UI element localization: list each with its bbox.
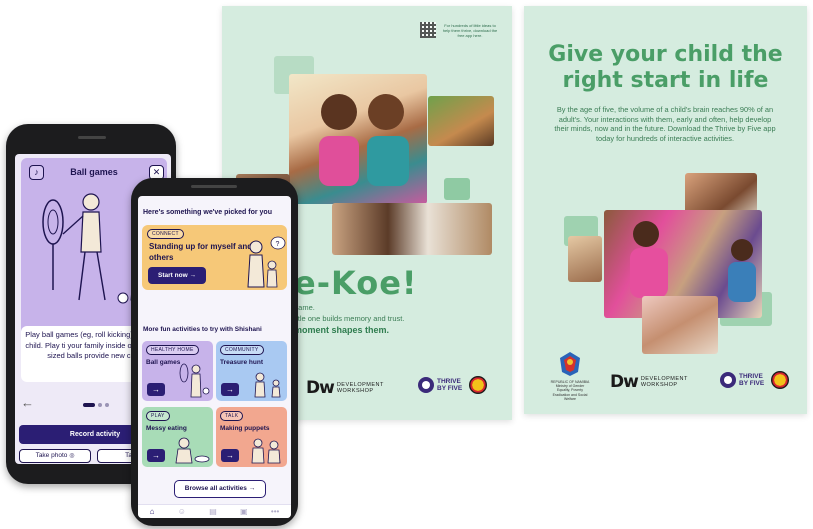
carousel-dots	[83, 403, 109, 407]
messy-eating-illustration	[175, 437, 210, 464]
tile-title: Ball games	[146, 359, 181, 366]
tbf-line-2: BY FIVE	[437, 385, 463, 392]
development-workshop-logo: Dw DEVELOPMENT WORKSHOP	[306, 378, 384, 398]
start-now-button[interactable]: Start now →	[148, 267, 206, 284]
carousel-dot-active	[83, 403, 95, 407]
connect-chip: CONNECT	[147, 229, 184, 239]
back-arrow-icon[interactable]: ←	[21, 395, 34, 410]
thrive-by-five-logo: THRIVE BY FIVE	[720, 371, 790, 389]
poster-right: Give your child the right start in life …	[524, 6, 807, 414]
phone-activity-list: Here's something we've picked for you CO…	[131, 178, 298, 526]
namibia-coat-of-arms-icon	[560, 352, 580, 376]
activity-tile-messy-eating[interactable]: PLAY Messy eating →	[142, 407, 213, 467]
browse-all-activities-button[interactable]: Browse all activities →	[174, 480, 266, 498]
arrow-right-icon[interactable]: →	[147, 383, 165, 396]
qr-code	[420, 22, 436, 38]
thrive-by-five-icon	[720, 372, 736, 388]
arrow-right-icon[interactable]: →	[147, 449, 165, 462]
arrow-right-icon[interactable]: →	[221, 449, 239, 462]
photo-children-playing	[289, 74, 427, 204]
tbf-line-1: THRIVE	[739, 373, 763, 380]
activity-tile-treasure-hunt[interactable]: COMMUNITY Treasure hunt →	[216, 341, 287, 401]
home-icon[interactable]: ⌂	[150, 507, 155, 516]
activity-title: Ball games	[70, 167, 118, 177]
photo-children-reading	[568, 236, 602, 282]
photo-mother-child	[332, 203, 492, 255]
dw-mark: Dw	[306, 378, 335, 398]
tile-chip: TALK	[220, 411, 244, 421]
tbf-line-2: BY FIVE	[739, 380, 765, 387]
poster-title-line-2: right start in life	[562, 68, 769, 93]
take-photo-label: Take photo	[35, 452, 68, 459]
tile-title: Making puppets	[220, 425, 270, 432]
dw-mark: Dw	[610, 372, 639, 392]
tile-title: Treasure hunt	[220, 359, 263, 366]
browse-label: Browse all activities	[184, 485, 247, 492]
smiley-icon[interactable]: ☺	[178, 507, 186, 516]
poster-title: Give your child the right start in life	[524, 42, 807, 94]
poster-title-line-1: Give your child the	[548, 42, 783, 67]
home-screen: Here's something we've picked for you CO…	[138, 196, 291, 518]
partner-seal-icon	[469, 376, 488, 394]
children-illustration	[319, 94, 409, 186]
tile-title: Messy eating	[146, 425, 187, 432]
treasure-hunt-illustration	[254, 372, 281, 398]
poster-body: By the age of five, the volume of a chil…	[554, 105, 776, 143]
dw-line-2: WORKSHOP	[336, 388, 374, 394]
photo-toddler	[642, 296, 718, 354]
activity-tile-making-puppets[interactable]: TALK Making puppets →	[216, 407, 287, 467]
arrow-right-icon: →	[248, 485, 256, 492]
more-icon[interactable]: •••	[271, 507, 279, 516]
poster-headline: e-Koe!	[294, 264, 418, 302]
poster-line-3: moment shapes them.	[294, 325, 390, 335]
phone-speaker	[191, 185, 237, 188]
photo-child-outdoors	[428, 96, 494, 146]
carousel-dot	[105, 403, 109, 407]
partner-seal-icon	[771, 371, 790, 389]
arrow-right-icon: →	[189, 272, 196, 279]
poster-line-2: ittle one builds memory and trust.	[294, 314, 405, 323]
thrive-by-five-icon	[418, 377, 434, 393]
thrive-by-five-logo: THRIVE BY FIVE	[418, 376, 488, 394]
tile-chip: HEALTHY HOME	[146, 345, 199, 355]
featured-activity-card[interactable]: CONNECT Standing up for myself and other…	[142, 225, 287, 290]
activity-tile-ball-games[interactable]: HEALTHY HOME Ball games →	[142, 341, 213, 401]
qr-caption: For hundreds of little ideas to help the…	[442, 23, 498, 38]
picked-heading: Here's something we've picked for you	[143, 209, 272, 216]
tbf-line-1: THRIVE	[437, 378, 461, 385]
making-puppets-illustration	[251, 438, 281, 464]
start-now-label: Start now	[158, 272, 188, 279]
phone-speaker	[78, 136, 106, 139]
arrow-right-icon[interactable]: →	[221, 383, 239, 396]
ball-games-illustration	[179, 363, 210, 398]
clipboard-icon[interactable]: ▤	[209, 507, 217, 516]
bottom-navigation: ⌂ ☺ ▤ ▣ •••	[138, 504, 291, 518]
gallery-icon[interactable]: ▣	[240, 507, 248, 516]
svg-text:?: ?	[276, 241, 280, 248]
dw-line-2: WORKSHOP	[640, 382, 678, 388]
camera-icon: ◎	[69, 453, 75, 459]
carousel-dot	[98, 403, 102, 407]
ministry-caption: REPUBLIC OF NAMIBIA Ministry of Gender E…	[550, 380, 590, 401]
take-photo-button[interactable]: Take photo ◎	[19, 449, 91, 463]
standing-up-illustration: ?	[247, 236, 286, 288]
development-workshop-logo: Dw DEVELOPMENT WORKSHOP	[610, 372, 688, 392]
tile-chip: PLAY	[146, 411, 170, 421]
more-activities-heading: More fun activities to try with Shishani	[143, 326, 262, 333]
tile-chip: COMMUNITY	[220, 345, 264, 355]
decor-block	[444, 178, 470, 200]
